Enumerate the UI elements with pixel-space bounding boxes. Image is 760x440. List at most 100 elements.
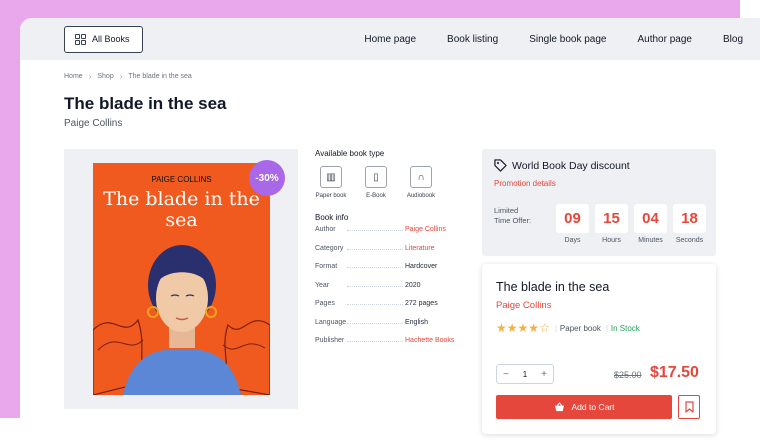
purchase-author-link[interactable]: Paige Collins	[496, 300, 551, 311]
info-value: English	[405, 318, 428, 326]
book-type-options: ▥ Paper book ▯ E-Book ∩ Audiobook	[315, 166, 465, 199]
nav-book-listing[interactable]: Book listing	[447, 34, 498, 45]
countdown-unit: Hours	[602, 237, 621, 244]
quantity-value[interactable]: 1	[523, 370, 527, 379]
info-value-author-link[interactable]: Paige Collins	[405, 226, 446, 233]
promotion-heading: World Book Day discount	[494, 159, 630, 172]
breadcrumb-home[interactable]: Home	[64, 73, 83, 80]
nav-home-page[interactable]: Home page	[364, 34, 416, 45]
countdown-unit: Seconds	[675, 237, 704, 244]
chevron-right-icon: ›	[88, 72, 92, 81]
breadcrumb: Home › Shop › The blade in the sea	[64, 72, 192, 81]
top-navigation-bar: All Books Home page Book listing Single …	[20, 18, 760, 60]
info-value-publisher-link[interactable]: Hachette Books	[405, 337, 454, 344]
countdown-value: 15	[595, 204, 628, 233]
sale-price: $17.50	[650, 364, 699, 381]
countdown-minutes: 04 Minutes	[634, 204, 667, 244]
star-filled-icon: ★	[528, 321, 540, 335]
info-row-language: Language English	[315, 319, 465, 338]
purchase-book-type: Paper book	[559, 323, 601, 333]
info-key: Publisher	[315, 337, 345, 344]
book-type-label: E-Book	[366, 193, 386, 199]
purchase-card: The blade in the sea Paige Collins ★★★★☆…	[482, 264, 716, 434]
cover-author-text: PAIGE COLLINS	[151, 175, 212, 184]
chevron-right-icon: ›	[119, 72, 123, 81]
info-row-pages: Pages 272 pages	[315, 300, 465, 319]
book-details: Available book type ▥ Paper book ▯ E-Boo…	[315, 149, 465, 356]
star-rating: ★★★★☆	[496, 322, 550, 334]
grid-icon	[75, 33, 86, 45]
limited-offer-line1: Limited	[494, 206, 519, 215]
all-books-button[interactable]: All Books	[64, 25, 143, 53]
available-types-heading: Available book type	[315, 149, 385, 158]
book-cover-image: PAIGE COLLINS The blade in the sea	[93, 163, 270, 395]
add-to-cart-label: Add to Cart	[571, 402, 615, 412]
promotion-panel: World Book Day discount Promotion detail…	[482, 149, 716, 256]
wishlist-button[interactable]	[678, 395, 700, 419]
countdown-value: 04	[634, 204, 667, 233]
info-value: 2020	[405, 281, 421, 289]
book-type-audiobook[interactable]: ∩ Audiobook	[405, 166, 437, 199]
book-info-list: Author Paige Collins Category Literature…	[315, 226, 465, 356]
discount-badge: -30%	[249, 160, 285, 196]
nav-blog[interactable]: Blog	[723, 34, 743, 45]
info-row-format: Format Hardcover	[315, 263, 465, 282]
decrement-button[interactable]: −	[503, 369, 509, 380]
promotion-title: World Book Day discount	[512, 159, 630, 172]
countdown-hours: 15 Hours	[595, 204, 628, 244]
purchase-title: The blade in the sea	[496, 280, 610, 294]
all-books-label: All Books	[92, 34, 130, 44]
page-title: The blade in the sea	[64, 94, 227, 113]
info-key: Year	[315, 281, 330, 289]
info-value: Hardcover	[405, 263, 438, 270]
rating-row: ★★★★☆ | Paper book | In Stock	[496, 321, 640, 335]
stock-status: In Stock	[610, 323, 640, 333]
countdown-unit: Minutes	[638, 237, 663, 244]
info-row-category: Category Literature	[315, 245, 465, 264]
cover-illustration	[93, 245, 270, 395]
star-empty-icon: ☆	[539, 321, 550, 335]
info-key: Author	[315, 226, 336, 233]
book-cover-panel: PAIGE COLLINS The blade in the sea -30%	[64, 149, 298, 409]
book-author[interactable]: Paige Collins	[64, 118, 122, 129]
paper-book-icon: ▥	[320, 166, 342, 188]
bookmark-icon	[684, 401, 694, 413]
quantity-stepper: − 1 +	[496, 364, 554, 384]
book-info-heading: Book info	[315, 213, 349, 222]
book-type-paper[interactable]: ▥ Paper book	[315, 166, 347, 199]
add-to-cart-button[interactable]: Add to Cart	[496, 395, 672, 419]
info-value-category-link[interactable]: Literature	[405, 245, 435, 252]
cover-title-text: The blade in the sea	[103, 188, 260, 231]
info-value: 272 pages	[405, 300, 438, 307]
ebook-icon: ▯	[365, 166, 387, 188]
info-key: Pages	[315, 300, 335, 307]
basket-icon	[554, 402, 564, 412]
main-nav: Home page Book listing Single book page …	[364, 34, 743, 45]
limited-offer-line2: Time Offer:	[494, 216, 532, 225]
info-key: Format	[315, 263, 338, 270]
info-row-author: Author Paige Collins	[315, 226, 465, 245]
star-filled-icon: ★	[496, 321, 507, 335]
countdown-seconds: 18 Seconds	[673, 204, 706, 244]
info-row-publisher: Publisher Hachette Books	[315, 337, 465, 356]
promotion-details-link[interactable]: Promotion details	[494, 179, 556, 188]
nav-author-page[interactable]: Author page	[637, 34, 692, 45]
nav-single-book-page[interactable]: Single book page	[529, 34, 606, 45]
book-type-ebook[interactable]: ▯ E-Book	[360, 166, 392, 199]
info-key: Category	[315, 244, 344, 252]
book-type-label: Audiobook	[406, 193, 436, 199]
breadcrumb-current: The blade in the sea	[128, 73, 192, 80]
original-price: $25.00	[614, 370, 642, 380]
countdown-value: 09	[556, 204, 589, 233]
countdown-days: 09 Days	[556, 204, 589, 244]
countdown-value: 18	[673, 204, 706, 233]
star-filled-icon: ★	[517, 321, 529, 335]
breadcrumb-shop[interactable]: Shop	[97, 73, 113, 80]
increment-button[interactable]: +	[541, 369, 547, 380]
limited-offer-label: Limited Time Offer:	[494, 206, 531, 226]
tag-icon	[494, 159, 507, 172]
book-type-label: Paper book	[315, 193, 347, 199]
headphones-icon: ∩	[410, 166, 432, 188]
countdown-unit: Days	[564, 237, 581, 244]
star-filled-icon: ★	[506, 321, 518, 335]
